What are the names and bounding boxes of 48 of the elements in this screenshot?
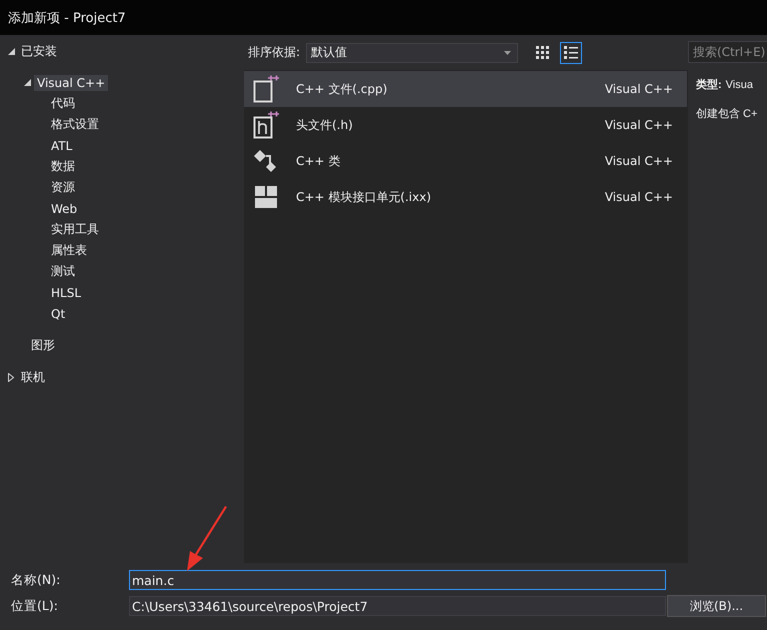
template-item[interactable]: 头文件(.h) Visual C++ [244, 107, 687, 143]
template-name: 头文件(.h) [296, 116, 354, 134]
template-name: C++ 类 [296, 152, 342, 170]
template-name: C++ 文件(.cpp) [296, 80, 388, 98]
tree-item[interactable]: ATL [48, 138, 76, 154]
dropdown-caret-icon [504, 50, 512, 54]
collapsed-arrow-icon[interactable] [8, 373, 14, 382]
field-label: 位置(L): [10, 598, 59, 614]
expanded-arrow-icon[interactable] [24, 79, 30, 86]
template-language: Visual C++ [604, 118, 673, 132]
field-label: 名称(N): [10, 572, 62, 588]
template-item[interactable]: C++ 类 Visual C++ [244, 143, 687, 179]
cpp-file-icon [253, 75, 279, 103]
text-field[interactable]: main.c [129, 570, 666, 590]
tree-item[interactable]: 资源 [48, 178, 78, 197]
type-info: 类型: Visua [696, 78, 753, 92]
template-item[interactable]: C++ 文件(.cpp) Visual C++ [244, 71, 687, 107]
tree-item[interactable]: Qt [48, 306, 68, 322]
tree-item[interactable]: 属性表 [48, 241, 90, 260]
template-language: Visual C++ [604, 82, 673, 96]
list-view-icon [563, 44, 580, 60]
sort-label: 排序依据: [248, 44, 300, 61]
description-text: 创建包含 C+ [696, 107, 758, 121]
tree-item[interactable]: 联机 [18, 368, 48, 387]
grid-view-icon [536, 46, 550, 60]
sort-dropdown[interactable]: 默认值 [306, 42, 518, 62]
template-language: Visual C++ [604, 190, 673, 204]
tree-item[interactable]: 已安装 [18, 42, 60, 61]
tree-item[interactable]: 数据 [48, 157, 78, 176]
template-item[interactable]: C++ 模块接口单元(.ixx) Visual C++ [244, 179, 687, 215]
expanded-arrow-icon[interactable] [8, 48, 14, 55]
tree-item[interactable]: 实用工具 [48, 220, 102, 239]
tree-item[interactable]: Web [48, 200, 80, 216]
search-field[interactable]: 搜索(Ctrl+E) [688, 41, 767, 63]
template-language: Visual C++ [604, 154, 673, 168]
tree-item[interactable]: 测试 [48, 262, 78, 281]
view-toggle-button[interactable] [560, 42, 582, 64]
tree-item[interactable]: HLSL [48, 284, 84, 300]
tree-item[interactable]: 图形 [28, 336, 58, 355]
tree-item[interactable]: 代码 [48, 94, 78, 113]
tree-item[interactable]: Visual C++ [34, 74, 108, 90]
window-title: 添加新项 - Project7 [8, 10, 126, 26]
header-file-icon [253, 111, 279, 139]
template-name: C++ 模块接口单元(.ixx) [296, 188, 432, 206]
tree-item[interactable]: 格式设置 [48, 115, 102, 134]
browse-button[interactable]: 浏览(B)... [667, 595, 766, 617]
text-field[interactable]: C:\Users\33461\source\repos\Project7 [129, 596, 666, 616]
module-icon [254, 185, 278, 209]
